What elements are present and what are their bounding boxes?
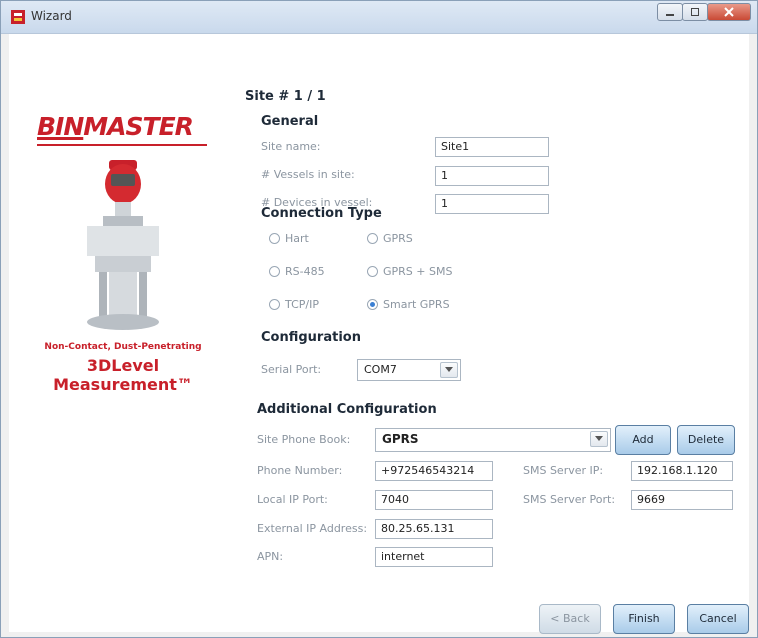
radio-circle (269, 233, 280, 244)
wizard-content: BINMASTER Non-Contact, Dust-Penetrating … (9, 34, 749, 634)
phone-book-value: GPRS (382, 432, 419, 446)
radio-tcpip[interactable]: TCP/IP (269, 298, 319, 311)
general-title: General (261, 114, 319, 129)
site-name-label: Site name: (261, 140, 321, 153)
product-image (87, 160, 159, 330)
minimize-button[interactable] (657, 3, 683, 21)
close-button[interactable] (707, 3, 751, 21)
vessels-label: # Vessels in site: (261, 168, 355, 181)
radio-hart[interactable]: Hart (269, 232, 309, 245)
cancel-button[interactable]: Cancel (687, 604, 749, 634)
vessels-field[interactable]: 1 (435, 166, 549, 186)
sms-server-port-field[interactable]: 9669 (631, 490, 733, 510)
radio-label: RS-485 (285, 265, 325, 278)
phone-number-label: Phone Number: (257, 464, 343, 477)
delete-button[interactable]: Delete (677, 425, 735, 455)
window-title: Wizard (31, 9, 72, 23)
logo-text-master: MASTER (83, 112, 194, 141)
radio-circle (269, 299, 280, 310)
apn-field[interactable]: internet (375, 547, 493, 567)
external-ip-label: External IP Address: (257, 522, 368, 535)
minimize-icon (666, 14, 674, 16)
serial-port-value: COM7 (364, 363, 397, 376)
additional-configuration-title: Additional Configuration (257, 402, 437, 417)
back-button[interactable]: < Back (539, 604, 601, 634)
tagline-small: Non-Contact, Dust-Penetrating (44, 342, 202, 352)
radio-label: TCP/IP (285, 298, 319, 311)
sms-server-port-label: SMS Server Port: (523, 493, 616, 506)
chevron-down-icon (595, 436, 603, 441)
site-header: Site # 1 / 1 (245, 89, 326, 104)
connection-type-title: Connection Type (261, 206, 382, 221)
radio-label: Smart GPRS (383, 298, 450, 311)
maximize-icon (691, 8, 699, 16)
radio-label: GPRS + SMS (383, 265, 453, 278)
radio-circle (367, 266, 378, 277)
dropdown-button[interactable] (590, 431, 608, 447)
title-bar[interactable]: Wizard (1, 1, 757, 34)
serial-port-label: Serial Port: (261, 363, 322, 376)
devices-field[interactable]: 1 (435, 194, 549, 214)
maximize-button[interactable] (682, 3, 708, 21)
phone-book-select[interactable]: GPRS (375, 428, 611, 452)
serial-port-select[interactable]: COM7 (357, 359, 461, 381)
chevron-down-icon (445, 367, 453, 372)
radio-rs485[interactable]: RS-485 (269, 265, 325, 278)
brand-panel: BINMASTER Non-Contact, Dust-Penetrating … (23, 94, 223, 404)
logo-underline (37, 144, 207, 146)
dropdown-button[interactable] (440, 362, 458, 378)
radio-circle (367, 233, 378, 244)
configuration-title: Configuration (261, 330, 361, 345)
sms-server-ip-label: SMS Server IP: (523, 464, 604, 477)
radio-circle-selected (367, 299, 378, 310)
binmaster-logo: BINMASTER (37, 112, 194, 141)
finish-button[interactable]: Finish (613, 604, 675, 634)
sms-server-ip-field[interactable]: 192.168.1.120 (631, 461, 733, 481)
radio-smart-gprs[interactable]: Smart GPRS (367, 298, 450, 311)
radio-circle (269, 266, 280, 277)
local-ip-port-field[interactable]: 7040 (375, 490, 493, 510)
wizard-window: Wizard BINMASTER Non-Contact, Dust-Penet… (0, 0, 758, 638)
phone-book-label: Site Phone Book: (257, 433, 351, 446)
radio-label: Hart (285, 232, 309, 245)
external-ip-field[interactable]: 80.25.65.131 (375, 519, 493, 539)
window-controls (657, 3, 751, 23)
tagline-large: 3DLevel Measurement™ (53, 356, 193, 394)
local-ip-port-label: Local IP Port: (257, 493, 328, 506)
phone-number-field[interactable]: +972546543214 (375, 461, 493, 481)
radio-gprs[interactable]: GPRS (367, 232, 413, 245)
close-icon (724, 7, 734, 17)
radio-gprs-sms[interactable]: GPRS + SMS (367, 265, 452, 278)
site-name-field[interactable]: Site1 (435, 137, 549, 157)
logo-text-bin: BIN (37, 112, 84, 141)
app-icon (11, 10, 25, 24)
apn-label: APN: (257, 550, 284, 563)
radio-label: GPRS (383, 232, 413, 245)
add-button[interactable]: Add (615, 425, 671, 455)
